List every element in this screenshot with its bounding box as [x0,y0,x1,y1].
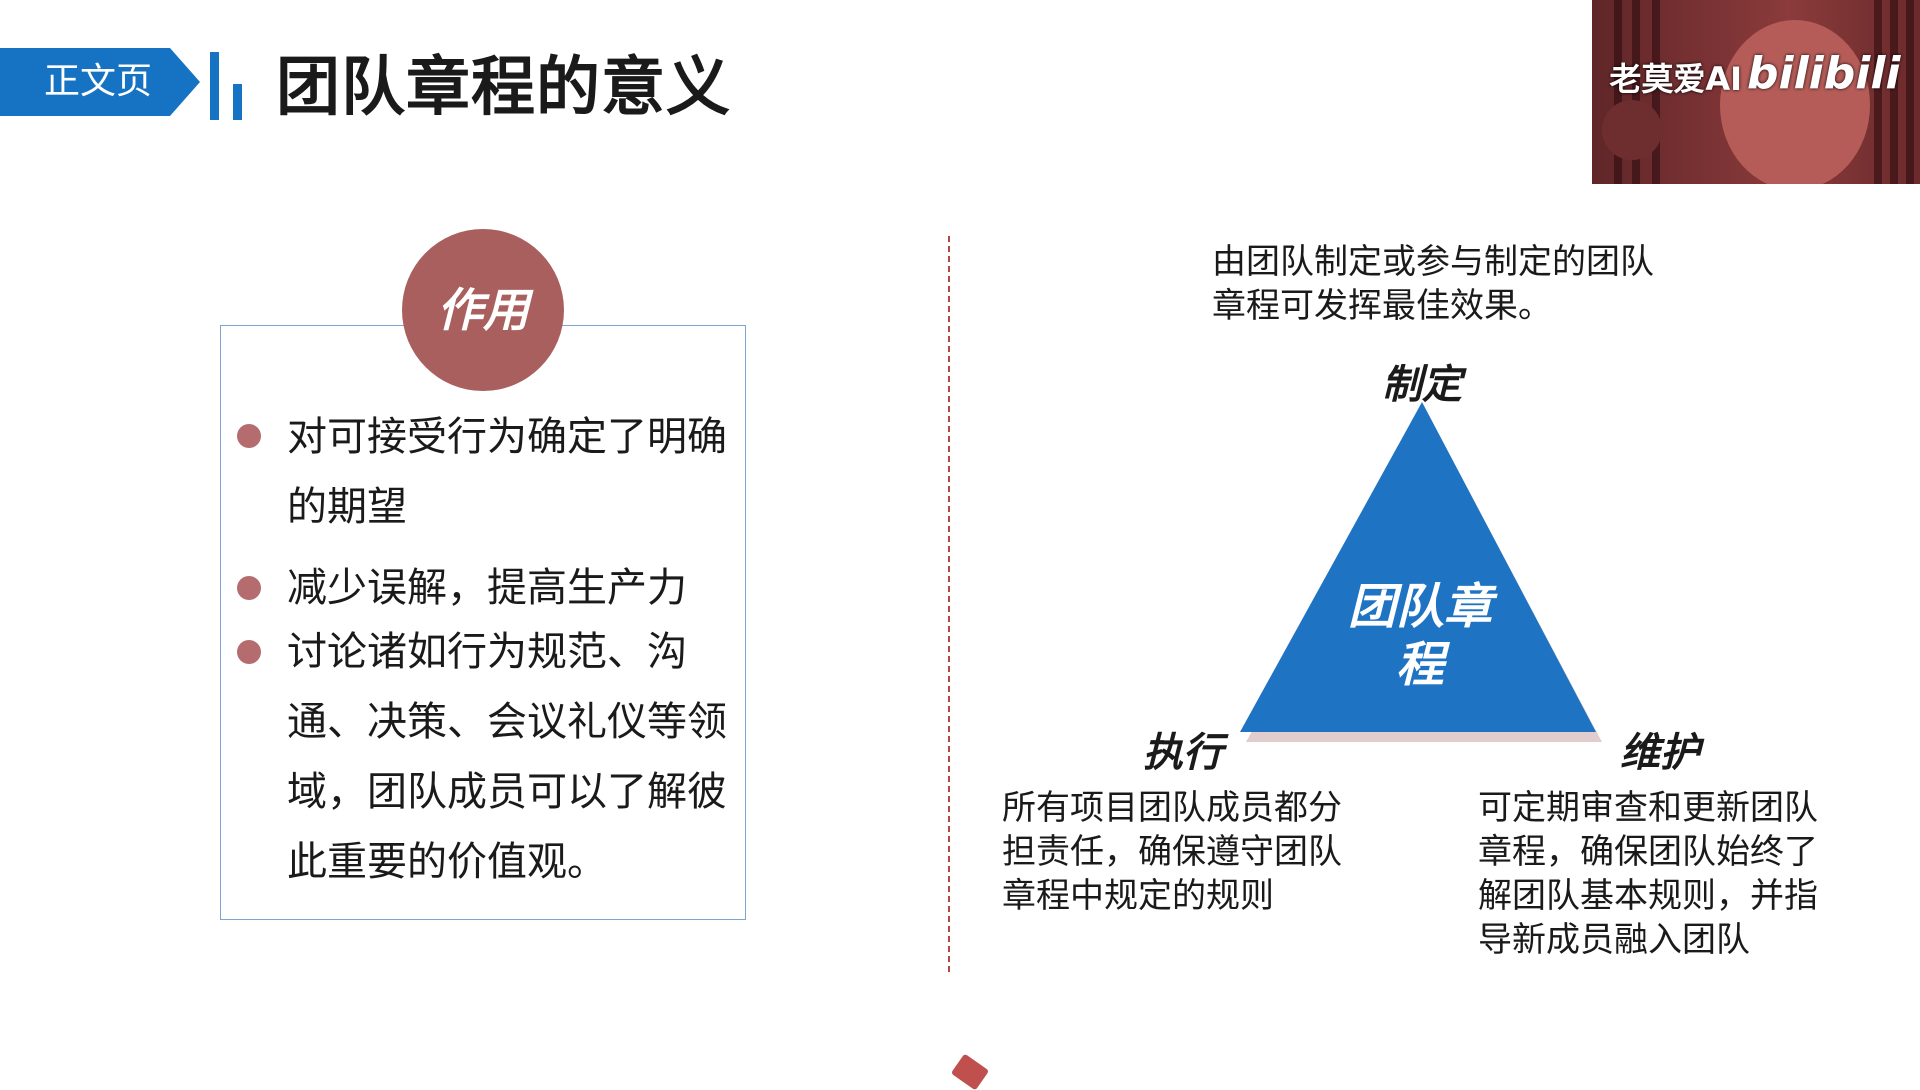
role-title: 作用 [437,283,529,337]
vertex-label-right: 维护 [1620,730,1700,776]
bullet-dot-icon [237,424,261,448]
bullet-dot-icon [237,640,261,664]
bullet-item: 对可接受行为确定了明确的期望 [287,414,727,530]
bullet-dot-icon [237,576,261,600]
page-title: 团队章程的意义 [276,51,731,125]
bilibili-logo-icon: bilibili [1747,48,1901,99]
presenter-face [1720,20,1870,184]
webcam-overlay: 老莫爱AI bilibili [1592,0,1920,184]
footer-tag-icon [950,1053,990,1090]
bullet-item: 减少误解，提高生产力 [287,565,687,611]
section-tag: 正文页 [0,48,200,116]
diagram-top-note: 由团队制定或参与制定的团队章程可发挥最佳效果。 [1212,242,1654,326]
divider [948,236,950,972]
note-left: 所有项目团队成员都分担责任，确保遵守团队章程中规定的规则 [1002,788,1342,916]
vertex-label-left: 执行 [1143,730,1223,776]
note-right: 可定期审查和更新团队章程，确保团队始终了解团队基本规则，并指导新成员融入团队 [1478,788,1818,960]
bullet-item: 讨论诸如行为规范、沟通、决策、会议礼仪等领域，团队成员可以了解彼此重要的价值观。 [287,629,727,885]
channel-name: 老莫爱AI [1609,60,1742,98]
title-bar-short [233,84,242,120]
triangle-core-label: 团队章程 [1347,579,1492,693]
title-bar-tall [210,52,219,120]
